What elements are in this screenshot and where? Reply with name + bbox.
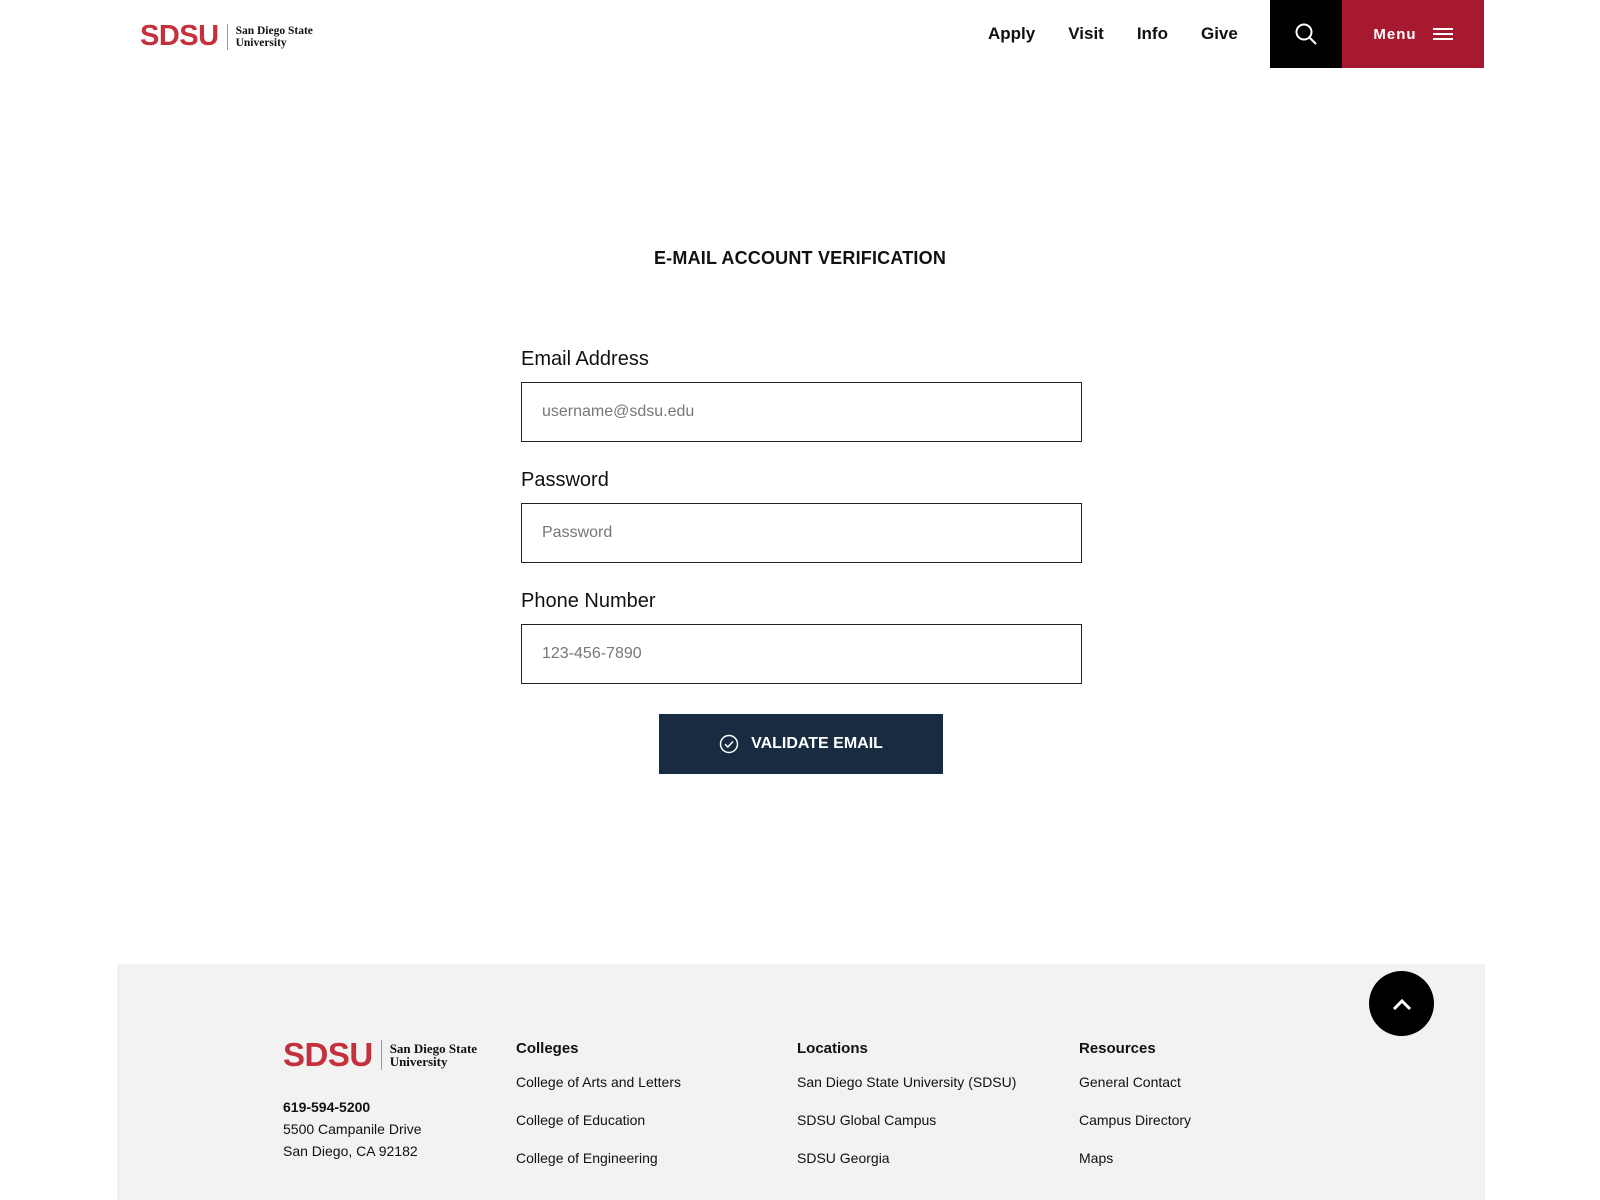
nav-give[interactable]: Give (1201, 24, 1238, 44)
footer-link[interactable]: College of Arts and Letters (516, 1073, 681, 1091)
hamburger-icon (1432, 28, 1453, 40)
footer-column-title: Resources (1079, 1040, 1156, 1057)
footer-link[interactable]: College of Engineering (516, 1149, 681, 1167)
sdsu-logo[interactable]: SDSU San Diego State University (140, 20, 313, 53)
footer-logo-divider (380, 1040, 382, 1070)
search-button[interactable] (1270, 0, 1342, 68)
footer-column-resources: Resources General Contact Campus Directo… (1079, 1040, 1191, 1187)
search-icon (1295, 23, 1317, 45)
chevron-up-icon (1392, 998, 1411, 1010)
nav-apply[interactable]: Apply (988, 24, 1035, 44)
footer-address-line-1: 5500 Campanile Drive (283, 1121, 422, 1137)
logo-mark: SDSU (140, 20, 219, 52)
logo-line-2: University (235, 36, 287, 49)
footer-phone[interactable]: 619-594-5200 (283, 1096, 422, 1118)
validate-email-button[interactable]: VALIDATE EMAIL (659, 714, 943, 774)
footer-link[interactable]: General Contact (1079, 1073, 1191, 1091)
footer-link[interactable]: College of Education (516, 1111, 681, 1129)
menu-button[interactable]: Menu (1342, 0, 1484, 68)
nav-info[interactable]: Info (1137, 24, 1168, 44)
main-nav: Apply Visit Info Give (988, 0, 1271, 68)
menu-label: Menu (1373, 25, 1417, 43)
nav-visit[interactable]: Visit (1068, 24, 1104, 44)
page-title: E-MAIL ACCOUNT VERIFICATION (653, 248, 947, 268)
footer-column-locations: Locations San Diego State University (SD… (797, 1040, 1016, 1187)
email-field[interactable] (521, 382, 1082, 442)
footer-link[interactable]: Maps (1079, 1149, 1191, 1167)
password-label: Password (521, 469, 609, 491)
footer-link[interactable]: Campus Directory (1079, 1111, 1191, 1129)
phone-field[interactable] (521, 624, 1082, 684)
footer-logo-line-2: University (389, 1054, 448, 1069)
validate-email-label: VALIDATE EMAIL (751, 735, 883, 752)
footer-link[interactable]: SDSU Global Campus (797, 1111, 1016, 1129)
footer-link[interactable]: SDSU Georgia (797, 1149, 1016, 1167)
footer-column-colleges: Colleges College of Arts and Letters Col… (516, 1040, 681, 1187)
site-header: SDSU San Diego State University Apply Vi… (0, 0, 1600, 68)
footer-column-title: Colleges (516, 1040, 579, 1057)
footer-address-line-2: San Diego, CA 92182 (283, 1143, 418, 1159)
email-label: Email Address (521, 348, 649, 370)
footer-logo-wordmark: San Diego State University (390, 1042, 477, 1068)
logo-line-1: San Diego State (235, 24, 313, 37)
back-to-top-button[interactable] (1369, 971, 1434, 1036)
logo-divider (226, 23, 228, 50)
logo-wordmark: San Diego State University (236, 25, 313, 49)
footer-column-title: Locations (797, 1040, 868, 1057)
password-field[interactable] (521, 503, 1082, 563)
footer-logo[interactable]: SDSU San Diego State University (283, 1036, 477, 1074)
footer-link[interactable]: San Diego State University (SDSU) (797, 1073, 1016, 1091)
footer-logo-mark: SDSU (283, 1036, 373, 1073)
check-circle-icon (719, 734, 739, 754)
footer-contact: 619-594-5200 5500 Campanile Drive San Di… (283, 1096, 422, 1162)
phone-label: Phone Number (521, 590, 656, 612)
